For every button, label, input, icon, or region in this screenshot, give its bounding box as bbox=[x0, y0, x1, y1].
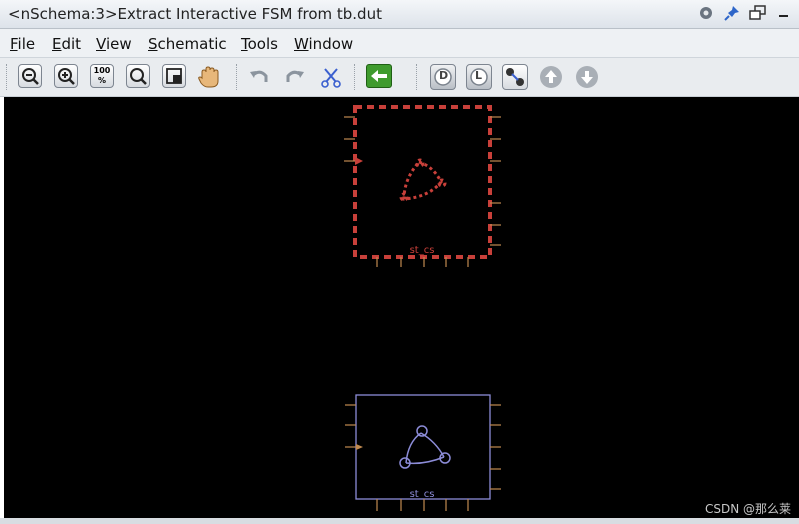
toolbar: 100 % D L bbox=[0, 58, 799, 97]
undo-icon bbox=[250, 70, 268, 82]
pan-hand-button[interactable] bbox=[196, 64, 222, 90]
zoom-out-icon bbox=[22, 68, 39, 85]
next-button[interactable] bbox=[574, 64, 600, 90]
minimize-icon[interactable] bbox=[775, 4, 793, 22]
fsm-block-label: st_cs bbox=[410, 245, 435, 256]
zoom-area-button[interactable] bbox=[162, 64, 186, 88]
schematic-canvas[interactable]: st_cs st_cs bbox=[4, 97, 799, 518]
fsm-block[interactable]: st_cs bbox=[345, 394, 501, 511]
fsm-block-selected[interactable]: st_cs bbox=[344, 105, 501, 267]
restore-icon[interactable] bbox=[749, 4, 767, 22]
left-pins bbox=[345, 404, 356, 448]
redo-button[interactable] bbox=[284, 66, 306, 88]
magnifier-icon bbox=[130, 68, 147, 85]
toolbar-separator bbox=[354, 64, 357, 90]
zoom-area-icon bbox=[166, 68, 182, 84]
arrow-down-circle-icon bbox=[576, 66, 598, 88]
fsm-state-diagram-icon bbox=[399, 158, 447, 202]
horizontal-scrollbar[interactable] bbox=[0, 518, 799, 524]
clock-pin-arrow bbox=[355, 157, 363, 165]
fsm-block-border bbox=[355, 394, 491, 500]
watermark: CSDN @那么莱 bbox=[704, 502, 791, 516]
cut-button[interactable] bbox=[320, 66, 342, 88]
redo-icon bbox=[286, 70, 304, 82]
previous-button[interactable] bbox=[538, 64, 564, 90]
pin-icon[interactable] bbox=[723, 4, 741, 22]
arrow-up-circle-icon bbox=[540, 66, 562, 88]
scissors-icon bbox=[321, 68, 341, 88]
menu-bar: File Edit View Schematic Tools Window bbox=[0, 29, 799, 58]
hand-icon bbox=[198, 66, 219, 88]
toolbar-separator bbox=[416, 64, 419, 90]
title-bar: <nSchema:3>Extract Interactive FSM from … bbox=[0, 0, 799, 29]
zoom-fit-button[interactable] bbox=[126, 64, 150, 88]
load-button[interactable]: L bbox=[466, 64, 492, 90]
menu-schematic[interactable]: Schematic bbox=[148, 35, 227, 53]
schematic-drawing: st_cs st_cs bbox=[344, 105, 501, 511]
bottom-pins bbox=[376, 499, 469, 511]
fsm-state-icon bbox=[506, 68, 524, 86]
settings-icon[interactable] bbox=[697, 4, 715, 22]
arrow-left-icon bbox=[371, 70, 387, 82]
fsm-state-diagram-icon bbox=[399, 425, 451, 469]
menu-window[interactable]: Window bbox=[294, 35, 353, 53]
zoom-in-button[interactable] bbox=[54, 64, 78, 88]
fsm-block-label: st_cs bbox=[410, 489, 435, 500]
menu-view[interactable]: View bbox=[96, 35, 132, 53]
fsm-block-border bbox=[353, 105, 492, 259]
clock-pin-arrow bbox=[356, 444, 363, 450]
menu-file[interactable]: File bbox=[10, 35, 35, 53]
toolbar-separator bbox=[6, 64, 9, 90]
zoom-in-icon bbox=[58, 68, 75, 85]
back-to-source-button[interactable] bbox=[366, 64, 392, 88]
zoom-100-button[interactable]: 100 % bbox=[90, 64, 114, 88]
toolbar-separator bbox=[236, 64, 239, 90]
fsm-view-button[interactable] bbox=[502, 64, 528, 90]
zoom-out-button[interactable] bbox=[18, 64, 42, 88]
driver-button[interactable]: D bbox=[430, 64, 456, 90]
window-title: <nSchema:3>Extract Interactive FSM from … bbox=[8, 5, 382, 23]
undo-button[interactable] bbox=[248, 66, 270, 88]
right-pins bbox=[490, 404, 501, 490]
zoom-100-label: 100 % bbox=[93, 66, 111, 85]
menu-edit[interactable]: Edit bbox=[52, 35, 81, 53]
menu-tools[interactable]: Tools bbox=[241, 35, 278, 53]
